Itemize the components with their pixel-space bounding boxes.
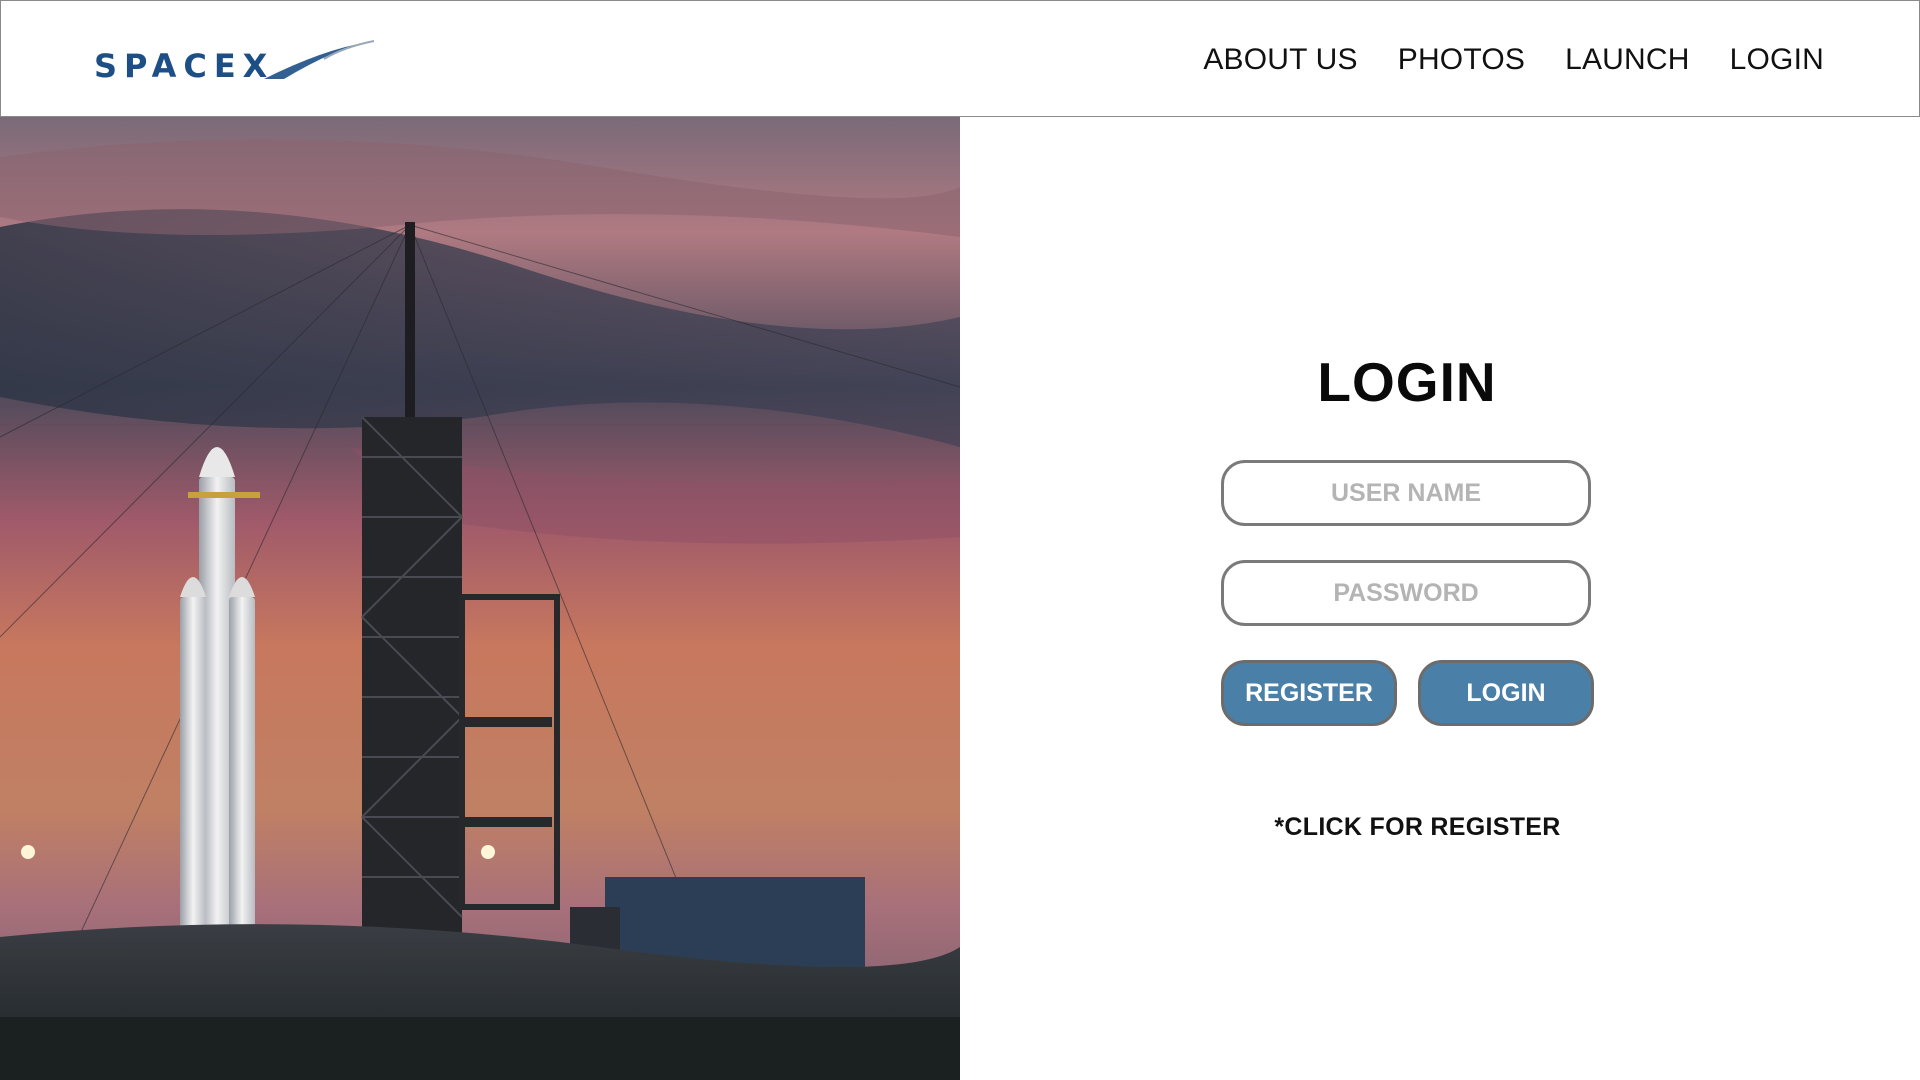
register-button[interactable]: REGISTER — [1221, 660, 1397, 726]
nav-launch[interactable]: LAUNCH — [1565, 43, 1690, 77]
nav-login[interactable]: LOGIN — [1730, 43, 1824, 77]
username-input[interactable] — [1221, 460, 1591, 526]
login-button[interactable]: LOGIN — [1418, 660, 1594, 726]
nav-photos[interactable]: PHOTOS — [1398, 43, 1525, 77]
site-header: SPACEX ABOUT US PHOTOS LAUNCH LOGIN — [0, 0, 1920, 117]
nav-about-us[interactable]: ABOUT US — [1203, 43, 1357, 77]
register-hint: *CLICK FOR REGISTER — [1274, 813, 1561, 841]
spacex-logo[interactable]: SPACEX — [94, 39, 384, 89]
password-input[interactable] — [1221, 560, 1591, 626]
hero-image — [0, 117, 960, 1080]
logo-wordmark: SPACEX — [94, 47, 274, 85]
main-nav: ABOUT US PHOTOS LAUNCH LOGIN — [1203, 1, 1824, 118]
login-title: LOGIN — [1317, 351, 1497, 413]
